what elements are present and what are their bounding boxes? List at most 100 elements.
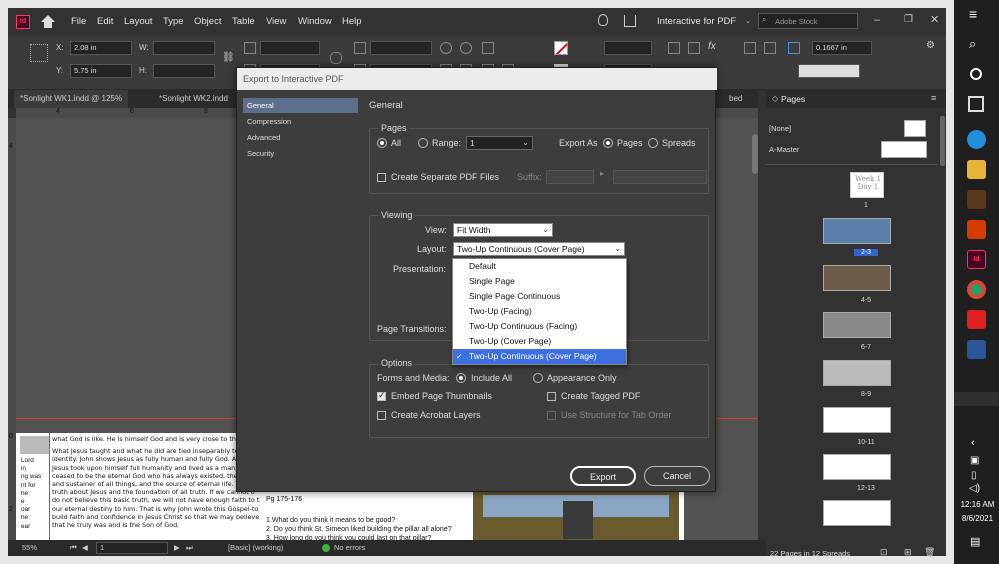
none-master-thumb[interactable] [904, 120, 926, 137]
w-field[interactable] [153, 41, 215, 55]
a-master-label[interactable]: A-Master [769, 145, 799, 154]
page-1-thumb[interactable]: Week 1 Day 1 [850, 172, 884, 198]
spread-12-13-thumb[interactable] [823, 454, 891, 480]
close-icon[interactable]: ✕ [930, 13, 939, 26]
layout-select[interactable]: Two-Up Continuous (Cover Page) ⌄ [453, 242, 625, 256]
align-center-icon[interactable] [764, 42, 776, 54]
clock-time[interactable]: 12:16 AM [956, 500, 999, 509]
range-field[interactable]: 1 ⌄ [466, 136, 533, 150]
home-icon[interactable] [41, 15, 55, 22]
spread-6-7-thumb[interactable] [823, 312, 891, 338]
nav-compression[interactable]: Compression [243, 114, 358, 129]
meet-icon[interactable]: ▣ [970, 455, 979, 466]
preflight-status[interactable]: No errors [334, 543, 365, 552]
layout-option-two-up-continuous-facing[interactable]: Two-Up Continuous (Facing) [453, 319, 626, 334]
indesign-taskbar-icon[interactable]: Id [967, 250, 986, 269]
app-icon[interactable] [967, 190, 986, 209]
menu-edit[interactable]: Edit [97, 16, 113, 27]
cancel-button[interactable]: Cancel [644, 466, 710, 486]
nav-general[interactable]: General [243, 98, 358, 113]
pages-all-radio[interactable] [377, 138, 387, 148]
office-icon[interactable] [967, 220, 986, 239]
rotate-field[interactable] [370, 41, 432, 55]
include-all-radio[interactable] [456, 373, 466, 383]
spread-10-11-thumb[interactable] [823, 407, 891, 433]
effects-icon[interactable]: fx [708, 41, 716, 52]
first-page-icon[interactable]: ⏮ [70, 543, 77, 553]
y-field[interactable]: 5.75 in [70, 64, 132, 78]
hamburger-icon[interactable]: ≡ [969, 6, 977, 22]
none-master-label[interactable]: [None] [769, 124, 791, 133]
page-field[interactable]: 1 [96, 542, 168, 554]
corner-options-icon[interactable] [788, 42, 800, 54]
h-field[interactable] [153, 64, 215, 78]
object-style-field[interactable] [798, 64, 860, 78]
fill-swatch[interactable] [554, 41, 568, 55]
task-view-icon[interactable] [968, 96, 984, 112]
scale-x-icon[interactable] [244, 42, 256, 54]
panel-menu-icon[interactable]: ⚙ [926, 40, 935, 51]
pages-range-radio[interactable] [418, 138, 428, 148]
last-page-icon[interactable]: ⏭ [186, 543, 193, 553]
style-source[interactable]: [Basic] (working) [228, 543, 283, 552]
chevron-up-icon[interactable]: ‹ [971, 437, 975, 449]
spread-8-9-thumb[interactable] [823, 360, 891, 386]
use-structure-checkbox[interactable] [547, 411, 556, 420]
menu-type[interactable]: Type [163, 16, 184, 27]
tagged-pdf-checkbox[interactable] [547, 392, 556, 401]
view-select[interactable]: Fit Width ⌄ [453, 223, 553, 237]
chrome-icon[interactable] [967, 280, 986, 299]
menu-layout[interactable]: Layout [124, 16, 153, 27]
workspace-switcher[interactable]: Interactive for PDF [657, 16, 736, 27]
menu-help[interactable]: Help [342, 16, 362, 27]
trash-icon[interactable]: 🗑 [924, 547, 935, 558]
export-pages-radio[interactable] [603, 138, 613, 148]
spread-14-15-thumb[interactable] [823, 500, 891, 526]
export-button[interactable]: Export [570, 466, 636, 486]
chevron-down-icon[interactable]: ⌄ [745, 17, 751, 25]
layout-option-two-up-cover[interactable]: Two-Up (Cover Page) [453, 334, 626, 349]
edge-icon[interactable] [967, 130, 986, 149]
separate-pdf-checkbox[interactable] [377, 173, 386, 182]
align-left-icon[interactable] [744, 42, 756, 54]
corner-size-field[interactable]: 0.1667 in [812, 41, 872, 55]
layout-option-single-page-continuous[interactable]: Single Page Continuous [453, 289, 626, 304]
layout-option-two-up-facing[interactable]: Two-Up (Facing) [453, 304, 626, 319]
flip-icon[interactable] [482, 42, 494, 54]
a-master-thumb[interactable] [881, 141, 927, 158]
constrain-scale-icon[interactable] [330, 52, 342, 64]
word-icon[interactable] [967, 340, 986, 359]
volume-icon[interactable]: ◁) [969, 483, 980, 494]
minimize-icon[interactable]: – [874, 14, 880, 26]
file-explorer-icon[interactable] [967, 160, 986, 179]
search-icon[interactable]: ⌕ [969, 36, 976, 52]
prev-page-icon[interactable]: ◀ [82, 543, 88, 552]
share-icon[interactable] [624, 15, 636, 27]
rotate-ccw-icon[interactable] [460, 42, 472, 54]
nav-security[interactable]: Security [243, 146, 358, 161]
pages-panel-title[interactable]: Pages [781, 94, 805, 104]
menu-table[interactable]: Table [232, 16, 255, 27]
menu-window[interactable]: Window [298, 16, 332, 27]
clock-date[interactable]: 8/6/2021 [956, 514, 999, 523]
spread-2-3-thumb[interactable] [823, 218, 891, 244]
restore-icon[interactable]: ❐ [904, 14, 913, 25]
layout-option-default[interactable]: Default [453, 259, 626, 274]
panel-scrollbar[interactable] [940, 116, 945, 166]
panel-options-icon[interactable]: ≡ [931, 93, 936, 103]
spread-4-5-thumb[interactable] [823, 265, 891, 291]
indesign-logo[interactable]: Id [16, 15, 30, 29]
tab-sonlight-wk1[interactable]: *Sonlight WK1.indd @ 125% [14, 90, 128, 108]
zoom-level[interactable]: 55% [22, 543, 37, 552]
cortana-icon[interactable] [970, 68, 982, 80]
stroke-weight-field[interactable] [604, 41, 652, 55]
notification-icon[interactable]: ▤ [970, 535, 980, 548]
suffix-token-field[interactable] [613, 170, 707, 184]
lightbulb-icon[interactable] [598, 14, 608, 26]
export-spreads-radio[interactable] [648, 138, 658, 148]
network-icon[interactable]: ▯ [971, 470, 977, 481]
tab-sonlight-wk2[interactable]: *Sonlight WK2.indd [153, 90, 234, 108]
x-field[interactable]: 2.08 in [70, 41, 132, 55]
chevron-right-icon[interactable]: ▸ [600, 169, 604, 178]
nav-advanced[interactable]: Advanced [243, 130, 358, 145]
